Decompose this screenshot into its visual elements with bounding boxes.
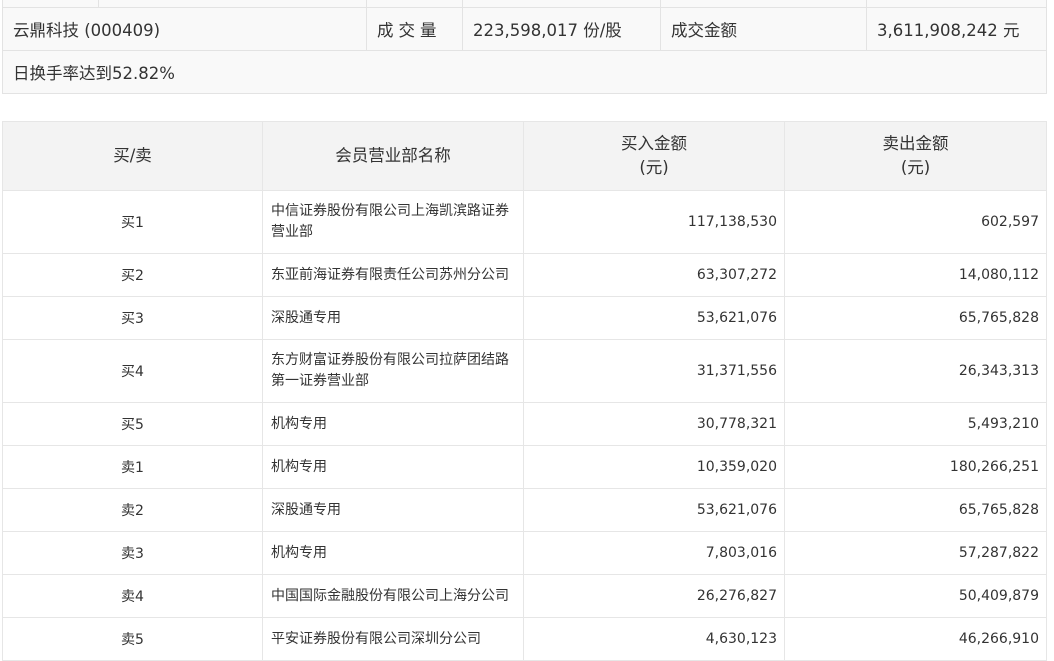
row-buy-amount: 53,621,076	[523, 488, 785, 532]
header-buy-unit: (元)	[639, 158, 669, 177]
table-header-row: 买/卖 会员营业部名称 买入金额 (元) 卖出金额 (元)	[2, 121, 1047, 191]
row-side: 买3	[2, 296, 263, 340]
row-branch-name: 深股通专用	[262, 296, 524, 340]
table-row: 买2 东亚前海证券有限责任公司苏州分公司 63,307,272 14,080,1…	[2, 253, 1047, 297]
table-row: 卖3 机构专用 7,803,016 57,287,822	[2, 531, 1047, 575]
row-buy-amount: 4,630,123	[523, 617, 785, 661]
header-side: 买/卖	[2, 121, 263, 191]
amount-value: 3,611,908,242 元	[866, 7, 1047, 51]
row-buy-amount: 53,621,076	[523, 296, 785, 340]
row-buy-amount: 7,803,016	[523, 531, 785, 575]
summary-row: 云鼎科技 (000409) 成交量 223,598,017 份/股 成交金额 3…	[2, 7, 1047, 51]
row-branch-name: 平安证券股份有限公司深圳分公司	[262, 617, 524, 661]
table-row: 买4 东方财富证券股份有限公司拉萨团结路第一证券营业部 31,371,556 2…	[2, 339, 1047, 403]
header-sell-label: 卖出金额	[882, 134, 949, 153]
row-side: 卖4	[2, 574, 263, 618]
header-sell-amount: 卖出金额 (元)	[784, 121, 1047, 191]
row-branch-name: 机构专用	[262, 531, 524, 575]
row-buy-amount: 31,371,556	[523, 339, 785, 403]
table-row: 买5 机构专用 30,778,321 5,493,210	[2, 402, 1047, 446]
row-sell-amount: 65,765,828	[784, 296, 1047, 340]
row-sell-amount: 5,493,210	[784, 402, 1047, 446]
row-side: 卖2	[2, 488, 263, 532]
table-row: 卖1 机构专用 10,359,020 180,266,251	[2, 445, 1047, 489]
table-row: 买3 深股通专用 53,621,076 65,765,828	[2, 296, 1047, 340]
table-row: 卖2 深股通专用 53,621,076 65,765,828	[2, 488, 1047, 532]
row-branch-name: 机构专用	[262, 402, 524, 446]
volume-label: 成交量	[366, 7, 463, 51]
stock-name: 云鼎科技 (000409)	[2, 7, 367, 51]
row-side: 买1	[2, 190, 263, 254]
row-sell-amount: 14,080,112	[784, 253, 1047, 297]
row-side: 买5	[2, 402, 263, 446]
row-branch-name: 机构专用	[262, 445, 524, 489]
table-row: 买1 中信证券股份有限公司上海凯滨路证券营业部 117,138,530 602,…	[2, 190, 1047, 254]
row-branch-name: 东亚前海证券有限责任公司苏州分公司	[262, 253, 524, 297]
header-buy-label: 买入金额	[621, 134, 687, 153]
row-side: 买4	[2, 339, 263, 403]
row-branch-name: 深股通专用	[262, 488, 524, 532]
amount-label: 成交金额	[660, 7, 867, 51]
volume-value: 223,598,017 份/股	[462, 7, 661, 51]
row-buy-amount: 26,276,827	[523, 574, 785, 618]
row-buy-amount: 10,359,020	[523, 445, 785, 489]
row-sell-amount: 46,266,910	[784, 617, 1047, 661]
row-buy-amount: 117,138,530	[523, 190, 785, 254]
summary-table: 云鼎科技 (000409) 成交量 223,598,017 份/股 成交金额 3…	[2, 0, 1047, 94]
row-sell-amount: 50,409,879	[784, 574, 1047, 618]
trading-detail-table: 买/卖 会员营业部名称 买入金额 (元) 卖出金额 (元) 买1 中信证券股份有…	[2, 121, 1047, 661]
row-side: 卖3	[2, 531, 263, 575]
row-side: 卖1	[2, 445, 263, 489]
turnover-note: 日换手率达到52.82%	[2, 50, 1047, 94]
row-side: 买2	[2, 253, 263, 297]
table-row: 卖4 中国国际金融股份有限公司上海分公司 26,276,827 50,409,8…	[2, 574, 1047, 618]
summary-note-row: 日换手率达到52.82%	[2, 50, 1047, 94]
row-branch-name: 中信证券股份有限公司上海凯滨路证券营业部	[262, 190, 524, 254]
row-sell-amount: 65,765,828	[784, 488, 1047, 532]
row-buy-amount: 30,778,321	[523, 402, 785, 446]
row-branch-name: 中国国际金融股份有限公司上海分公司	[262, 574, 524, 618]
header-buy-amount: 买入金额 (元)	[523, 121, 785, 191]
row-buy-amount: 63,307,272	[523, 253, 785, 297]
table-row: 卖5 平安证券股份有限公司深圳分公司 4,630,123 46,266,910	[2, 617, 1047, 661]
header-branch-name: 会员营业部名称	[262, 121, 524, 191]
row-branch-name: 东方财富证券股份有限公司拉萨团结路第一证券营业部	[262, 339, 524, 403]
row-side: 卖5	[2, 617, 263, 661]
row-sell-amount: 180,266,251	[784, 445, 1047, 489]
header-sell-unit: (元)	[900, 158, 931, 177]
summary-top-strip	[2, 0, 1047, 8]
row-sell-amount: 57,287,822	[784, 531, 1047, 575]
row-sell-amount: 26,343,313	[784, 339, 1047, 403]
row-sell-amount: 602,597	[784, 190, 1047, 254]
